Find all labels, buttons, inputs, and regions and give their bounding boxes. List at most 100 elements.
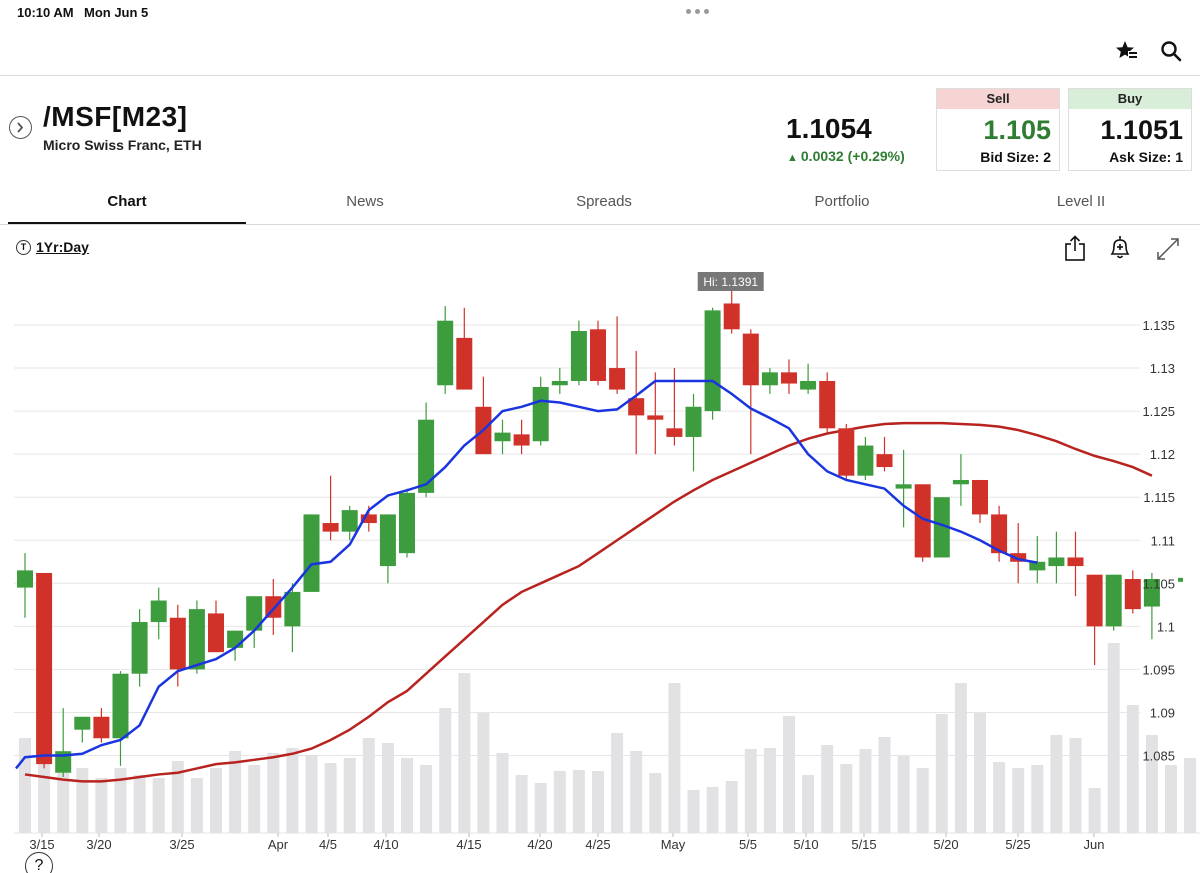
candle-body xyxy=(93,716,110,739)
tab-chart[interactable]: Chart xyxy=(8,185,246,225)
search-icon[interactable] xyxy=(1158,38,1184,64)
tab-level-ii[interactable]: Level II xyxy=(962,185,1200,225)
volume-bar xyxy=(439,708,452,833)
volume-bar xyxy=(706,787,719,833)
volume-bar xyxy=(1126,705,1139,833)
candle-body xyxy=(800,380,817,390)
candle-body xyxy=(36,572,53,765)
volume-bar xyxy=(133,775,146,833)
volume-bar xyxy=(248,765,261,833)
volume-bar xyxy=(668,683,681,833)
candle-body xyxy=(131,622,148,674)
volume-bar xyxy=(783,716,795,833)
candle-body xyxy=(150,600,167,623)
y-tick-label: 1.11 xyxy=(1151,533,1175,548)
candle-body xyxy=(74,716,91,730)
candle-body xyxy=(685,406,702,437)
volume-bar xyxy=(1050,735,1063,833)
y-tick-label: 1.12 xyxy=(1150,447,1175,462)
candle-body xyxy=(227,630,244,648)
volume-bar xyxy=(611,733,624,833)
volume-bar xyxy=(916,768,929,833)
x-tick-label: 5/5 xyxy=(739,837,757,852)
volume-bar xyxy=(1088,788,1101,833)
x-tick-label: Apr xyxy=(268,837,289,852)
candle-body xyxy=(895,484,912,489)
hi-label: Hi: 1.1391 xyxy=(703,275,758,289)
volume-bar xyxy=(401,758,413,833)
volume-bar xyxy=(1165,765,1177,833)
sell-label: Sell xyxy=(937,89,1059,109)
volume-bar xyxy=(496,753,509,833)
multitasking-handle[interactable] xyxy=(686,9,709,14)
volume-bar xyxy=(515,775,528,833)
y-tick-label: 1.125 xyxy=(1142,404,1175,419)
x-tick-label: 5/15 xyxy=(851,837,876,852)
bell-plus-icon[interactable] xyxy=(1107,234,1133,262)
expand-icon[interactable] xyxy=(1155,234,1181,262)
volume-bar xyxy=(305,755,318,833)
volume-bar xyxy=(878,737,891,833)
volume-bar xyxy=(954,683,967,833)
x-tick-label: 5/25 xyxy=(1005,837,1030,852)
chevron-right-icon xyxy=(17,122,24,133)
x-tick-label: 4/20 xyxy=(527,837,552,852)
candle-body xyxy=(972,479,988,515)
tab-portfolio[interactable]: Portfolio xyxy=(723,185,961,225)
x-tick-label: 3/25 xyxy=(169,837,194,852)
volume-bar xyxy=(592,771,604,833)
buy-quote-button[interactable]: Buy 1.1051 Ask Size: 1 xyxy=(1068,88,1192,171)
x-tick-label: 4/10 xyxy=(373,837,398,852)
candle-body xyxy=(532,386,549,442)
candle-body xyxy=(341,510,358,532)
volume-bar xyxy=(324,763,337,833)
candle-body xyxy=(876,454,893,468)
instrument-details-button[interactable] xyxy=(9,116,32,139)
volume-bar xyxy=(534,783,547,833)
x-tick-label: 3/15 xyxy=(29,837,54,852)
volume-bar xyxy=(859,749,872,833)
star-add-icon[interactable] xyxy=(1114,38,1140,64)
price-change: ▲ 0.0032 (+0.29%) xyxy=(787,148,905,164)
candle-body xyxy=(781,372,797,384)
candle-body xyxy=(570,331,587,381)
volume-bar xyxy=(267,753,280,833)
status-time: 10:10 AM xyxy=(17,5,74,20)
candle-body xyxy=(551,380,568,386)
volume-bar xyxy=(76,768,89,833)
instrument-symbol: /MSF[M23] xyxy=(43,101,188,132)
candle-body xyxy=(456,337,473,390)
candle-body xyxy=(666,428,683,437)
volume-bar xyxy=(897,756,910,833)
last-price: 1.1054 xyxy=(786,113,872,144)
candle-body xyxy=(704,310,721,412)
price-chart[interactable]: 1.1351.131.1251.121.1151.111.1051.11.095… xyxy=(0,265,1200,873)
sell-quote-button[interactable]: Sell 1.105 Bid Size: 2 xyxy=(936,88,1060,171)
share-icon[interactable] xyxy=(1062,234,1088,262)
volume-bar xyxy=(458,673,471,833)
instrument-description: Micro Swiss Franc, ETH xyxy=(43,137,202,153)
volume-bar xyxy=(1012,768,1025,833)
candle-body xyxy=(857,445,874,476)
volume-bar xyxy=(993,762,1006,833)
volume-bar xyxy=(553,771,566,833)
volume-bar xyxy=(286,748,299,833)
x-tick-label: Jun xyxy=(1084,837,1105,852)
volume-bar xyxy=(725,781,738,833)
timeframe-selector[interactable]: 1Yr:Day xyxy=(36,239,89,255)
y-tick-label: 1.105 xyxy=(1142,576,1175,591)
candle-body xyxy=(1105,574,1122,627)
tab-spreads[interactable]: Spreads xyxy=(485,185,723,225)
volume-bar xyxy=(420,765,433,833)
tab-news[interactable]: News xyxy=(246,185,484,225)
volume-bar xyxy=(152,778,165,833)
candle-body xyxy=(169,617,186,670)
candle-body xyxy=(322,523,339,532)
help-button[interactable]: ? xyxy=(25,852,53,873)
timeframe-icon[interactable]: T xyxy=(16,240,31,255)
candle-body xyxy=(609,368,626,390)
header-divider xyxy=(0,75,1200,76)
tab-bar: Chart News Spreads Portfolio Level II xyxy=(8,185,1200,225)
candle-body xyxy=(437,320,454,386)
volume-bar xyxy=(821,745,834,833)
